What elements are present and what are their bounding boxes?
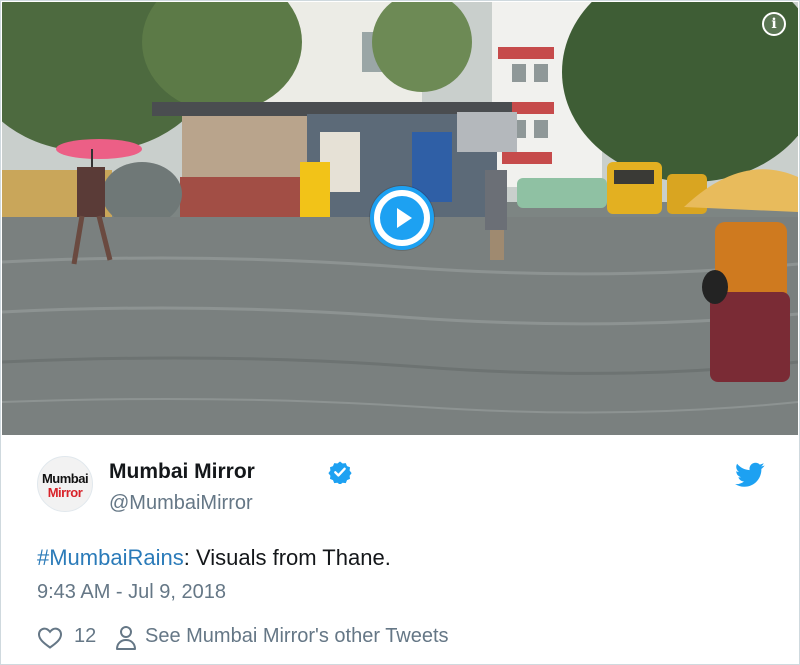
twitter-bird-icon[interactable]: [735, 462, 765, 488]
avatar-logo-line2: Mirror: [47, 485, 83, 500]
avatar[interactable]: Mumbai Mirror: [37, 456, 93, 512]
like-count[interactable]: 12: [74, 625, 96, 648]
info-icon[interactable]: i: [762, 12, 786, 36]
heart-icon[interactable]: [37, 626, 63, 650]
tweet-text-body: : Visuals from Thane.: [183, 545, 391, 570]
play-icon: [380, 196, 424, 240]
hashtag-link[interactable]: #MumbaiRains: [37, 545, 184, 570]
see-other-tweets-link[interactable]: See Mumbai Mirror's other Tweets: [145, 625, 449, 648]
tweet-timestamp[interactable]: 9:43 AM - Jul 9, 2018: [37, 581, 226, 604]
video-thumbnail[interactable]: i: [2, 2, 798, 435]
verified-badge-icon: [328, 461, 352, 484]
person-icon: [116, 626, 136, 650]
play-button[interactable]: [370, 186, 434, 250]
tweet-author: Mumbai Mirror Mumbai Mirror @MumbaiMirro…: [37, 456, 767, 526]
avatar-logo-line1: Mumbai: [41, 471, 89, 486]
author-handle[interactable]: @MumbaiMirror: [109, 492, 253, 515]
embedded-tweet-card: i Mumbai Mirror Mumbai Mirror @MumbaiMir…: [0, 0, 800, 665]
author-display-name[interactable]: Mumbai Mirror: [109, 460, 255, 484]
tweet-actions: 12 See Mumbai Mirror's other Tweets: [37, 624, 557, 652]
tweet-text: #MumbaiRains: Visuals from Thane.: [37, 545, 391, 571]
